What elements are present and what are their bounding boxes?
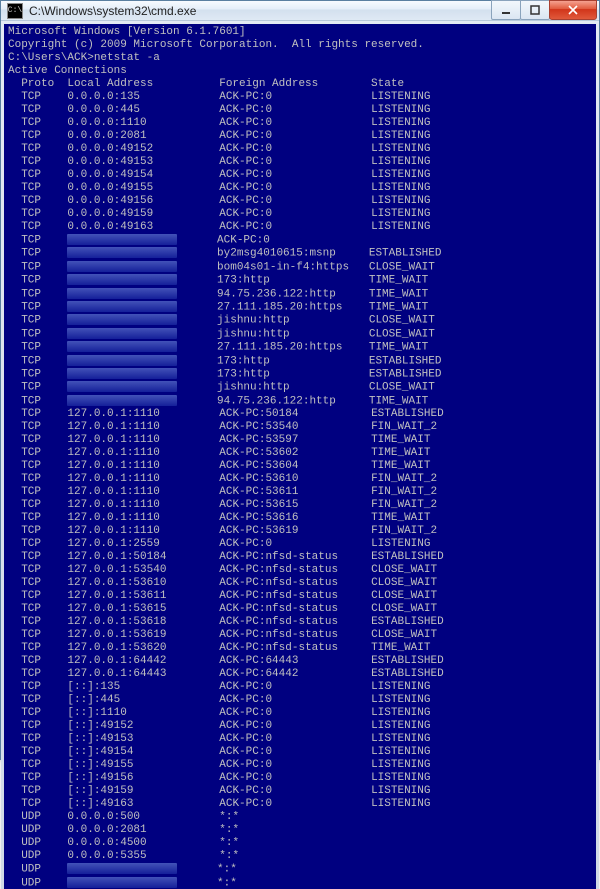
connection-row: TCP [::]:49153 ACK-PC:0 LISTENING: [8, 733, 592, 746]
redacted-address: [67, 395, 177, 406]
connection-row: TCP 127.0.0.1:1110 ACK-PC:53619 FIN_WAIT…: [8, 525, 592, 538]
connection-row: TCP 127.0.0.1:1110 ACK-PC:53540 FIN_WAIT…: [8, 421, 592, 434]
connection-row: TCP [::]:445 ACK-PC:0 LISTENING: [8, 694, 592, 707]
redacted-address: [67, 261, 177, 272]
maximize-icon: [530, 5, 540, 15]
redacted-address: [67, 355, 177, 366]
connection-row: TCP 0.0.0.0:49155 ACK-PC:0 LISTENING: [8, 182, 592, 195]
connection-row: TCP 127.0.0.1:53611 ACK-PC:nfsd-status C…: [8, 590, 592, 603]
connection-row: TCP 0.0.0.0:49156 ACK-PC:0 LISTENING: [8, 195, 592, 208]
connection-row: TCP 173:http ESTABLISHED: [8, 368, 592, 381]
connection-row: TCP 127.0.0.1:1110 ACK-PC:53604 TIME_WAI…: [8, 460, 592, 473]
redacted-address: [67, 381, 177, 392]
redacted-address: [67, 288, 177, 299]
connection-row: UDP *:*: [8, 863, 592, 876]
connection-row: TCP [::]:135 ACK-PC:0 LISTENING: [8, 681, 592, 694]
connection-row: TCP 0.0.0.0:49163 ACK-PC:0 LISTENING: [8, 221, 592, 234]
redacted-address: [67, 247, 177, 258]
console-frame: Microsoft Windows [Version 6.1.7601]Copy…: [1, 21, 599, 889]
connection-row: UDP 0.0.0.0:4500 *:*: [8, 837, 592, 850]
connection-row: TCP 27.111.185.20:https TIME_WAIT: [8, 341, 592, 354]
connection-row: TCP 127.0.0.1:1110 ACK-PC:50184 ESTABLIS…: [8, 408, 592, 421]
connection-row: TCP 0.0.0.0:135 ACK-PC:0 LISTENING: [8, 91, 592, 104]
connection-row: TCP 27.111.185.20:https TIME_WAIT: [8, 301, 592, 314]
redacted-address: [67, 368, 177, 379]
window-title: C:\Windows\system32\cmd.exe: [29, 4, 492, 18]
connection-row: TCP 0.0.0.0:49153 ACK-PC:0 LISTENING: [8, 156, 592, 169]
connection-row: TCP 127.0.0.1:64443 ACK-PC:64442 ESTABLI…: [8, 668, 592, 681]
connection-row: UDP 0.0.0.0:500 *:*: [8, 811, 592, 824]
connection-row: TCP 127.0.0.1:1110 ACK-PC:53616 TIME_WAI…: [8, 512, 592, 525]
connection-row: TCP [::]:1110 ACK-PC:0 LISTENING: [8, 707, 592, 720]
redacted-address: [67, 863, 177, 874]
connection-row: TCP 173:http ESTABLISHED: [8, 355, 592, 368]
close-icon: [568, 5, 578, 15]
redacted-address: [67, 328, 177, 339]
redacted-address: [67, 274, 177, 285]
connection-row: TCP by2msg4010615:msnp ESTABLISHED: [8, 247, 592, 260]
connection-row: TCP [::]:49154 ACK-PC:0 LISTENING: [8, 746, 592, 759]
connection-row: TCP [::]:49163 ACK-PC:0 LISTENING: [8, 798, 592, 811]
connection-row: UDP 0.0.0.0:2081 *:*: [8, 824, 592, 837]
connection-row: TCP 127.0.0.1:53615 ACK-PC:nfsd-status C…: [8, 603, 592, 616]
connection-row: TCP 127.0.0.1:1110 ACK-PC:53602 TIME_WAI…: [8, 447, 592, 460]
connection-row: TCP [::]:49156 ACK-PC:0 LISTENING: [8, 772, 592, 785]
connection-row: TCP 127.0.0.1:53619 ACK-PC:nfsd-status C…: [8, 629, 592, 642]
connection-row: TCP 127.0.0.1:2559 ACK-PC:0 LISTENING: [8, 538, 592, 551]
connection-row: TCP 127.0.0.1:50184 ACK-PC:nfsd-status E…: [8, 551, 592, 564]
connection-row: TCP 0.0.0.0:49152 ACK-PC:0 LISTENING: [8, 143, 592, 156]
redacted-address: [67, 301, 177, 312]
close-button[interactable]: [549, 0, 597, 20]
connection-row: TCP 173:http TIME_WAIT: [8, 274, 592, 287]
connection-row: TCP 127.0.0.1:53618 ACK-PC:nfsd-status E…: [8, 616, 592, 629]
connection-row: TCP jishnu:http CLOSE_WAIT: [8, 314, 592, 327]
connection-row: TCP 127.0.0.1:53540 ACK-PC:nfsd-status C…: [8, 564, 592, 577]
redacted-address: [67, 877, 177, 888]
cmd-icon: C:\: [7, 3, 23, 19]
connection-row: TCP 127.0.0.1:1110 ACK-PC:53611 FIN_WAIT…: [8, 486, 592, 499]
connection-row: TCP jishnu:http CLOSE_WAIT: [8, 328, 592, 341]
redacted-address: [67, 314, 177, 325]
connection-row: TCP 127.0.0.1:1110 ACK-PC:53610 FIN_WAIT…: [8, 473, 592, 486]
connection-row: TCP bom04s01-in-f4:https CLOSE_WAIT: [8, 261, 592, 274]
cmd-window: C:\ C:\Windows\system32\cmd.exe Microsof…: [0, 0, 600, 760]
connection-row: UDP 0.0.0.0:5355 *:*: [8, 850, 592, 863]
connection-row: TCP 94.75.236.122:http TIME_WAIT: [8, 288, 592, 301]
connection-row: TCP 0.0.0.0:49159 ACK-PC:0 LISTENING: [8, 208, 592, 221]
console-output[interactable]: Microsoft Windows [Version 6.1.7601]Copy…: [4, 24, 596, 889]
connection-row: TCP 94.75.236.122:http TIME_WAIT: [8, 395, 592, 408]
connection-row: TCP 0.0.0.0:49154 ACK-PC:0 LISTENING: [8, 169, 592, 182]
connection-row: TCP [::]:49152 ACK-PC:0 LISTENING: [8, 720, 592, 733]
maximize-button[interactable]: [520, 0, 550, 20]
connection-row: TCP 127.0.0.1:64442 ACK-PC:64443 ESTABLI…: [8, 655, 592, 668]
connection-row: TCP 0.0.0.0:445 ACK-PC:0 LISTENING: [8, 104, 592, 117]
connection-row: TCP 0.0.0.0:1110 ACK-PC:0 LISTENING: [8, 117, 592, 130]
connection-row: TCP [::]:49155 ACK-PC:0 LISTENING: [8, 759, 592, 772]
window-controls: [492, 1, 597, 20]
titlebar[interactable]: C:\ C:\Windows\system32\cmd.exe: [1, 1, 599, 21]
connection-row: UDP *:*: [8, 877, 592, 889]
minimize-button[interactable]: [491, 0, 521, 20]
connection-row: TCP 127.0.0.1:1110 ACK-PC:53597 TIME_WAI…: [8, 434, 592, 447]
minimize-icon: [501, 5, 511, 15]
redacted-address: [67, 341, 177, 352]
connection-row: TCP jishnu:http CLOSE_WAIT: [8, 381, 592, 394]
connection-row: TCP [::]:49159 ACK-PC:0 LISTENING: [8, 785, 592, 798]
connection-row: TCP 127.0.0.1:53620 ACK-PC:nfsd-status T…: [8, 642, 592, 655]
connection-row: TCP 127.0.0.1:1110 ACK-PC:53615 FIN_WAIT…: [8, 499, 592, 512]
connection-row: TCP 127.0.0.1:53610 ACK-PC:nfsd-status C…: [8, 577, 592, 590]
connection-row: TCP 0.0.0.0:2081 ACK-PC:0 LISTENING: [8, 130, 592, 143]
connection-row: TCP ACK-PC:0: [8, 234, 592, 247]
redacted-address: [67, 234, 177, 245]
